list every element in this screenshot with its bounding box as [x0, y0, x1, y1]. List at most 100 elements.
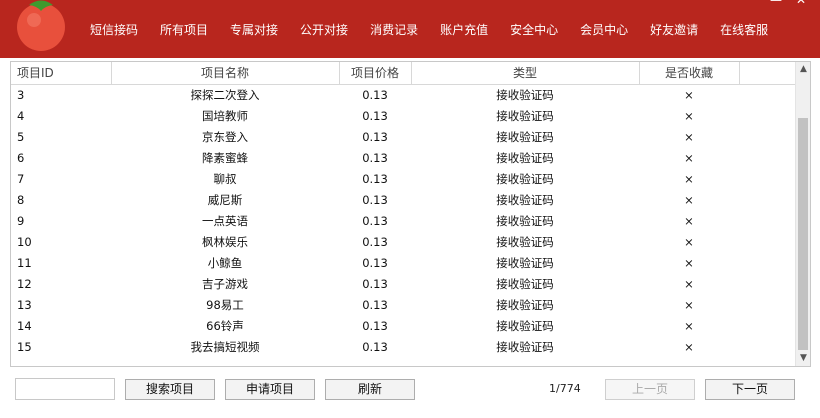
cell-favorite[interactable]: × [639, 210, 739, 231]
cell-filler [739, 84, 796, 105]
cell-name: 98易工 [206, 297, 244, 312]
cell-price: 0.13 [362, 318, 388, 333]
column-header-type[interactable]: 类型 [411, 62, 640, 85]
table-row[interactable]: 10 枫林娱乐 0.13 接收验证码 × [11, 231, 796, 252]
table-row[interactable]: 12 吉子游戏 0.13 接收验证码 × [11, 273, 796, 294]
apply-project-button[interactable]: 申请项目 [225, 379, 315, 400]
cell-favorite[interactable]: × [639, 126, 739, 147]
cell-favorite[interactable]: × [639, 147, 739, 168]
cell-favorite[interactable]: × [639, 252, 739, 273]
cell-favorite[interactable]: × [639, 336, 739, 357]
cell-favorite[interactable]: × [639, 273, 739, 294]
table-row[interactable]: 5 京东登入 0.13 接收验证码 × [11, 126, 796, 147]
cell-name: 枫林娱乐 [202, 234, 248, 249]
table-row[interactable]: 11 小鲸鱼 0.13 接收验证码 × [11, 252, 796, 273]
cell-filler [739, 210, 796, 231]
cell-name: 探探二次登入 [190, 87, 260, 102]
cell-type: 接收验证码 [496, 192, 554, 207]
cell-filler [739, 231, 796, 252]
cell-name: 威尼斯 [207, 192, 243, 207]
cell-favorite[interactable]: × [639, 294, 739, 315]
cell-filler [739, 273, 796, 294]
nav-consumption-records[interactable]: 消费记录 [370, 21, 418, 38]
cell-type: 接收验证码 [496, 213, 554, 228]
cell-filler [739, 168, 796, 189]
pager-bar: 搜索项目 申请项目 刷新 1/774 上一页 下一页 [0, 370, 820, 418]
cell-filler [739, 105, 796, 126]
vertical-scrollbar[interactable]: ▲ ▼ [795, 62, 810, 366]
page-indicator: 1/774 [549, 382, 581, 395]
table-row[interactable]: 4 国培教师 0.13 接收验证码 × [11, 105, 796, 126]
nav-all-projects[interactable]: 所有项目 [160, 21, 208, 38]
nav-online-support[interactable]: 在线客服 [720, 21, 768, 38]
cell-price: 0.13 [362, 297, 388, 312]
nav-friend-invite[interactable]: 好友邀请 [650, 21, 698, 38]
cell-id: 7 [17, 171, 25, 186]
cell-favorite[interactable]: × [639, 105, 739, 126]
cell-price: 0.13 [362, 150, 388, 165]
cell-id: 4 [17, 108, 25, 123]
chevron-down-icon[interactable]: ▼ [796, 351, 810, 366]
cell-favorite[interactable]: × [639, 315, 739, 336]
nav-security-center[interactable]: 安全中心 [510, 21, 558, 38]
cell-type: 接收验证码 [496, 339, 554, 354]
cell-filler [739, 294, 796, 315]
tomato-logo-icon [17, 0, 65, 51]
nav-account-recharge[interactable]: 账户充值 [440, 21, 488, 38]
cell-filler [739, 252, 796, 273]
cell-favorite[interactable]: × [639, 168, 739, 189]
cell-name: 京东登入 [202, 129, 248, 144]
cell-id: 14 [17, 318, 32, 333]
chevron-up-icon[interactable]: ▲ [796, 62, 810, 77]
table-row[interactable]: 14 66铃声 0.13 接收验证码 × [11, 315, 796, 336]
nav-public-connect[interactable]: 公开对接 [300, 21, 348, 38]
cell-type: 接收验证码 [496, 171, 554, 186]
column-header-name[interactable]: 项目名称 [111, 62, 340, 85]
column-header-favorite[interactable]: 是否收藏 [639, 62, 740, 85]
search-project-button[interactable]: 搜索项目 [125, 379, 215, 400]
cell-name: 聊叔 [213, 171, 237, 186]
table-row[interactable]: 6 降素蜜蜂 0.13 接收验证码 × [11, 147, 796, 168]
next-page-button[interactable]: 下一页 [705, 379, 795, 400]
table-row[interactable]: 15 我去搞短视频 0.13 接收验证码 × [11, 336, 796, 357]
cell-type: 接收验证码 [496, 150, 554, 165]
cell-filler [739, 315, 796, 336]
column-header-id[interactable]: 项目ID [11, 62, 112, 85]
cell-type: 接收验证码 [496, 129, 554, 144]
cell-favorite[interactable]: × [639, 231, 739, 252]
cell-name: 我去搞短视频 [190, 339, 260, 354]
refresh-button[interactable]: 刷新 [325, 379, 415, 400]
cell-price: 0.13 [362, 87, 388, 102]
nav-member-center[interactable]: 会员中心 [580, 21, 628, 38]
cell-name: 吉子游戏 [202, 276, 248, 291]
cell-price: 0.13 [362, 108, 388, 123]
cell-type: 接收验证码 [496, 276, 554, 291]
cell-id: 5 [17, 129, 25, 144]
cell-type: 接收验证码 [496, 108, 554, 123]
cell-filler [739, 336, 796, 357]
cell-name: 降素蜜蜂 [202, 150, 248, 165]
cell-name: 小鲸鱼 [207, 255, 243, 270]
cell-type: 接收验证码 [496, 87, 554, 102]
cell-favorite[interactable]: × [639, 84, 739, 105]
cell-name: 一点英语 [202, 213, 248, 228]
search-input[interactable] [15, 378, 115, 400]
table-row[interactable]: 3 探探二次登入 0.13 接收验证码 × [11, 84, 796, 105]
cell-price: 0.13 [362, 339, 388, 354]
cell-favorite[interactable]: × [639, 189, 739, 210]
table-row[interactable]: 9 一点英语 0.13 接收验证码 × [11, 210, 796, 231]
column-header-price[interactable]: 项目价格 [339, 62, 412, 85]
nav-exclusive-connect[interactable]: 专属对接 [230, 21, 278, 38]
nav-sms-receive[interactable]: 短信接码 [90, 21, 138, 38]
cell-price: 0.13 [362, 234, 388, 249]
table-row[interactable]: 7 聊叔 0.13 接收验证码 × [11, 168, 796, 189]
scrollbar-thumb[interactable] [798, 118, 808, 350]
table-header-row: 项目ID 项目名称 项目价格 类型 是否收藏 [11, 62, 797, 85]
close-button[interactable]: ✕ [796, 0, 806, 6]
prev-page-button[interactable]: 上一页 [605, 379, 695, 400]
cell-type: 接收验证码 [496, 318, 554, 333]
column-header-filler [739, 62, 797, 85]
cell-name: 国培教师 [202, 108, 248, 123]
table-row[interactable]: 8 威尼斯 0.13 接收验证码 × [11, 189, 796, 210]
table-row[interactable]: 13 98易工 0.13 接收验证码 × [11, 294, 796, 315]
